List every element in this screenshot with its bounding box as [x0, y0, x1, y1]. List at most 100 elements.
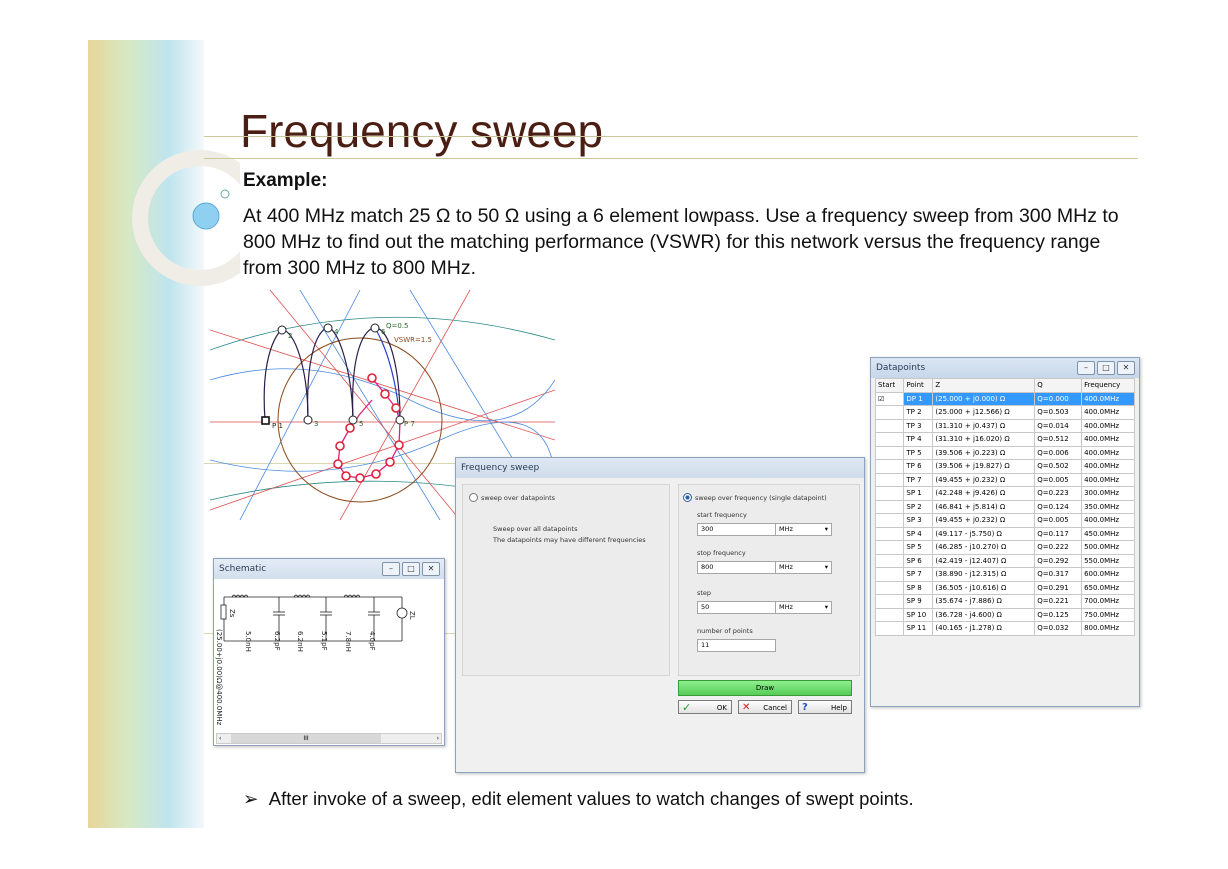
table-row[interactable]: SP 6 (42.419 - j12.407) Ω Q=0.292 550.0MHz: [874, 553, 1135, 568]
col-point[interactable]: Point: [903, 378, 934, 393]
step-unit-select[interactable]: MHz ▾: [775, 601, 832, 614]
table-row[interactable]: SP 5 (46.285 - j10.270) Ω Q=0.222 500.0MHz: [874, 540, 1135, 555]
start-cell[interactable]: [874, 499, 905, 514]
start-cell[interactable]: [874, 567, 905, 582]
datapoints-table: Start Point Z Q Frequency ☑ DP 1 (25.000 +…: [874, 378, 1135, 636]
help-icon: ?: [802, 702, 808, 713]
minimize-button[interactable]: –: [382, 562, 400, 576]
start-cell[interactable]: [874, 405, 905, 420]
table-row[interactable]: TP 6 (39.506 + j19.827) Ω Q=0.502 400.0MHz: [874, 459, 1135, 474]
table-row[interactable]: SP 8 (36.505 - j10.616) Ω Q=0.291 650.0MHz: [874, 580, 1135, 595]
slide-title: Frequency sweep: [240, 105, 604, 157]
z-cell: (49.117 - j5.750) Ω: [932, 526, 1036, 541]
stop-frequency-input[interactable]: 800: [697, 561, 776, 574]
help-button[interactable]: ? Help: [798, 700, 852, 714]
point-cell: SP 7: [903, 567, 934, 582]
datapoints-sweep-group: sweep over datapoints Sweep over all dat…: [462, 484, 670, 676]
maximize-button[interactable]: □: [402, 562, 420, 576]
sweep-datapoints-option[interactable]: sweep over datapoints: [469, 493, 555, 502]
z-cell: (31.310 + j16.020) Ω: [932, 432, 1036, 447]
table-row[interactable]: SP 4 (49.117 - j5.750) Ω Q=0.117 450.0MHz: [874, 526, 1135, 541]
table-row[interactable]: SP 9 (35.674 - j7.886) Ω Q=0.221 700.0MHz: [874, 594, 1135, 609]
q-cell: Q=0.000: [1034, 391, 1083, 406]
frequency-sweep-group: sweep over frequency (single datapoint) …: [678, 484, 860, 676]
horizontal-scrollbar[interactable]: ‹ III ›: [216, 733, 442, 744]
sweep-titlebar[interactable]: Frequency sweep: [456, 458, 864, 478]
stop-unit-value: MHz: [779, 563, 793, 571]
q-cell: Q=0.005: [1034, 513, 1083, 528]
start-cell[interactable]: [874, 472, 905, 487]
table-row[interactable]: SP 1 (42.248 + j9.426) Ω Q=0.223 300.0MHz: [874, 486, 1135, 501]
scroll-left-icon[interactable]: ‹: [219, 734, 221, 743]
scroll-grip: III: [303, 735, 309, 742]
table-row[interactable]: TP 2 (25.000 + j12.566) Ω Q=0.503 400.0MHz: [874, 405, 1135, 420]
point-cell: TP 2: [903, 405, 934, 420]
table-row[interactable]: TP 5 (39.506 + j0.223) Ω Q=0.006 400.0MHz: [874, 445, 1135, 460]
point-cell: SP 11: [903, 621, 934, 636]
sweep-frequency-option[interactable]: sweep over frequency (single datapoint): [683, 493, 827, 502]
step-input[interactable]: 50: [697, 601, 776, 614]
start-cell[interactable]: [874, 580, 905, 595]
start-cell[interactable]: [874, 418, 905, 433]
q-cell: Q=0.222: [1034, 540, 1083, 555]
schematic-window: Schematic – □ ✕ Zs ZL (25.00+j0.00)Ω@400…: [213, 558, 445, 746]
frequency-cell: 400.0MHz: [1081, 472, 1135, 487]
scrollbar-thumb[interactable]: III: [231, 734, 381, 743]
table-row[interactable]: SP 3 (49.455 + j0.232) Ω Q=0.005 400.0MHz: [874, 513, 1135, 528]
q-cell: Q=0.006: [1034, 445, 1083, 460]
table-row[interactable]: TP 3 (31.310 + j0.437) Ω Q=0.014 400.0MHz: [874, 418, 1135, 433]
tp4-label: 4: [334, 328, 339, 336]
start-frequency-input[interactable]: 300: [697, 523, 776, 536]
minimize-button[interactable]: –: [1077, 361, 1095, 375]
start-cell[interactable]: [874, 526, 905, 541]
z-cell: (31.310 + j0.437) Ω: [932, 418, 1036, 433]
start-cell[interactable]: [874, 459, 905, 474]
table-row[interactable]: ☑ DP 1 (25.000 + j0.000) Ω Q=0.000 400.0MHz: [874, 391, 1135, 406]
stop-unit-select[interactable]: MHz ▾: [775, 561, 832, 574]
table-row[interactable]: TP 7 (49.455 + j0.232) Ω Q=0.005 400.0MHz: [874, 472, 1135, 487]
q-cell: Q=0.512: [1034, 432, 1083, 447]
close-button[interactable]: ✕: [1117, 361, 1135, 375]
q-cell: Q=0.221: [1034, 594, 1083, 609]
point-cell: SP 4: [903, 526, 934, 541]
table-row[interactable]: SP 10 (36.728 - j4.600) Ω Q=0.125 750.0MHz: [874, 607, 1135, 622]
maximize-button[interactable]: □: [1097, 361, 1115, 375]
help-label: Help: [831, 704, 847, 712]
datapoints-titlebar[interactable]: Datapoints – □ ✕: [871, 358, 1139, 378]
schematic-titlebar[interactable]: Schematic – □ ✕: [214, 559, 444, 579]
draw-button[interactable]: Draw: [678, 680, 852, 696]
ok-button[interactable]: ✓ OK: [678, 700, 732, 714]
col-z[interactable]: Z: [932, 378, 1036, 393]
cancel-button[interactable]: ✕ Cancel: [738, 700, 792, 714]
col-frequency[interactable]: Frequency: [1081, 378, 1135, 393]
start-cell[interactable]: [874, 553, 905, 568]
start-cell[interactable]: [874, 594, 905, 609]
start-cell[interactable]: [874, 445, 905, 460]
close-button[interactable]: ✕: [422, 562, 440, 576]
radio-selected-icon[interactable]: [683, 493, 692, 502]
table-row[interactable]: TP 4 (31.310 + j16.020) Ω Q=0.512 400.0MHz: [874, 432, 1135, 447]
start-cell[interactable]: [874, 486, 905, 501]
col-q[interactable]: Q: [1034, 378, 1083, 393]
radio-icon[interactable]: [469, 493, 478, 502]
z-cell: (36.728 - j4.600) Ω: [932, 607, 1036, 622]
start-cell[interactable]: [874, 621, 905, 636]
start-cell[interactable]: [874, 607, 905, 622]
point-cell: SP 5: [903, 540, 934, 555]
col-start[interactable]: Start: [874, 378, 905, 393]
start-cell[interactable]: [874, 432, 905, 447]
points-input[interactable]: 11: [697, 639, 776, 652]
step-unit-value: MHz: [779, 603, 793, 611]
scroll-right-icon[interactable]: ›: [437, 734, 439, 743]
table-row[interactable]: SP 2 (46.841 + j5.814) Ω Q=0.124 350.0MHz: [874, 499, 1135, 514]
start-unit-select[interactable]: MHz ▾: [775, 523, 832, 536]
table-row[interactable]: SP 11 (40.165 - j1.278) Ω Q=0.032 800.0MHz: [874, 621, 1135, 636]
start-cell[interactable]: [874, 513, 905, 528]
table-row[interactable]: SP 7 (38.890 - j12.315) Ω Q=0.317 600.0MHz: [874, 567, 1135, 582]
start-cell[interactable]: [874, 540, 905, 555]
l1-value: 5.0nH: [244, 631, 252, 652]
point-cell: TP 4: [903, 432, 934, 447]
z-cell: (42.248 + j9.426) Ω: [932, 486, 1036, 501]
start-cell[interactable]: ☑: [874, 391, 905, 406]
z-cell: (46.285 - j10.270) Ω: [932, 540, 1036, 555]
